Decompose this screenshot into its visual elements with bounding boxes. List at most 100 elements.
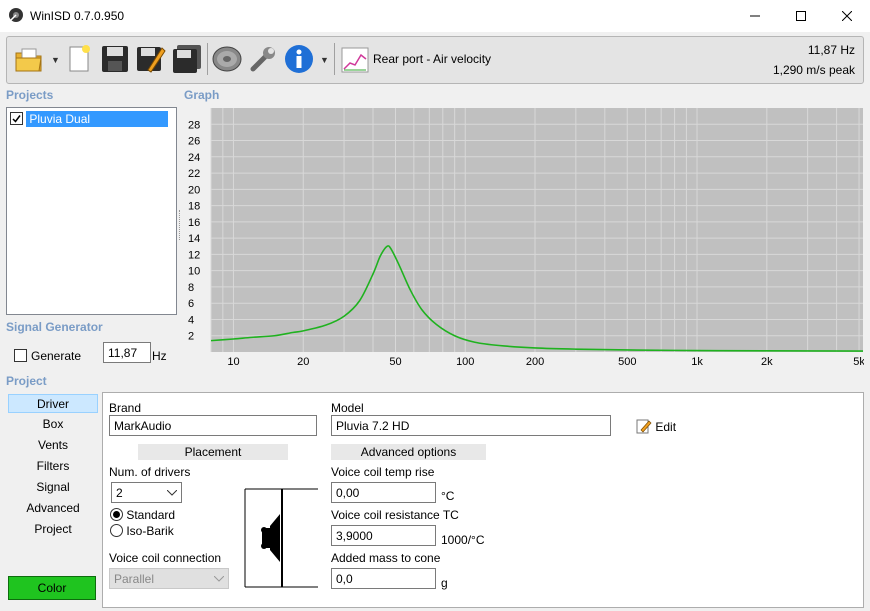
new-project-button[interactable]	[63, 42, 95, 76]
folder-icon	[15, 48, 42, 72]
graph-plot[interactable]: 24681012141618202224262810 20 50 100 200 500 1…	[184, 107, 864, 369]
minimize-icon	[750, 15, 760, 17]
x-tick-label: 100	[456, 356, 474, 368]
graph-label: Graph	[184, 88, 220, 102]
radio-indicator	[110, 508, 123, 521]
standard-radio[interactable]: Standard	[110, 508, 175, 522]
tools-button[interactable]	[247, 42, 279, 76]
list-item[interactable]: Pluvia Dual	[10, 111, 174, 127]
x-tick-label: 10	[227, 356, 239, 368]
y-tick-label: 20	[188, 184, 200, 196]
y-tick-label: 10	[188, 266, 200, 278]
save-as-button[interactable]	[135, 42, 167, 76]
added-mass-label: Added mass to cone	[331, 551, 441, 565]
y-tick-label: 4	[188, 314, 194, 326]
x-tick-label: 2k	[761, 356, 773, 368]
title-bar: WinISD 0.7.0.950	[0, 0, 870, 32]
model-input[interactable]: Pluvia 7.2 HD	[331, 415, 611, 436]
toolbar-separator	[207, 43, 208, 75]
toolbar-separator	[334, 43, 335, 75]
info-dropdown-arrow[interactable]: ▼	[320, 55, 329, 65]
maximize-button[interactable]	[778, 0, 824, 32]
project-label: Project	[6, 374, 47, 388]
y-tick-label: 22	[188, 168, 200, 180]
speaker-driver-icon	[212, 46, 242, 72]
app-logo-icon	[9, 8, 23, 22]
toolbar: ▼ ▼ Rear port - Air velocity 11,87 Hz 1,…	[6, 36, 864, 84]
info-button[interactable]	[283, 42, 315, 76]
y-tick-label: 18	[188, 201, 200, 213]
edit-driver-button[interactable]: Edit	[636, 418, 676, 436]
minimize-button[interactable]	[732, 0, 778, 32]
vc-temp-label: Voice coil temp rise	[331, 465, 435, 479]
num-drivers-value: 2	[116, 486, 123, 500]
generate-checkbox[interactable]	[14, 349, 27, 362]
save-all-button[interactable]	[171, 42, 203, 76]
tab-filters[interactable]: Filters	[8, 457, 98, 476]
num-drivers-select[interactable]: 2	[111, 482, 182, 503]
x-tick-label: 500	[618, 356, 636, 368]
vc-resistance-label: Voice coil resistance TC	[331, 508, 459, 522]
brand-input[interactable]: MarkAudio	[109, 415, 317, 436]
color-button[interactable]: Color	[8, 576, 96, 600]
y-tick-label: 16	[188, 217, 200, 229]
save-disk-icon	[102, 46, 128, 72]
y-tick-label: 2	[188, 331, 194, 343]
open-dropdown-arrow[interactable]: ▼	[51, 55, 60, 65]
save-button[interactable]	[99, 42, 131, 76]
open-project-button[interactable]	[13, 42, 45, 76]
y-tick-label: 24	[188, 152, 200, 164]
close-button[interactable]	[824, 0, 870, 32]
y-tick-label: 8	[188, 282, 194, 294]
graph-chart-icon	[341, 47, 369, 73]
advanced-options-header: Advanced options	[331, 444, 486, 460]
added-mass-input[interactable]: 0,0	[331, 568, 436, 589]
isobarik-radio[interactable]: Iso-Barik	[110, 524, 174, 538]
signal-frequency-input[interactable]: 11,87	[103, 342, 151, 363]
vc-temp-input[interactable]: 0,00	[331, 482, 436, 503]
splitter-handle[interactable]	[179, 210, 182, 240]
x-tick-label: 50	[389, 356, 401, 368]
project-visible-checkbox[interactable]	[10, 112, 23, 125]
placement-header: Placement	[138, 444, 288, 460]
frequency-readout: 11,87 Hz	[807, 43, 855, 57]
vc-connection-value: Parallel	[114, 572, 155, 586]
standard-label: Standard	[126, 508, 176, 522]
added-mass-unit: g	[441, 576, 448, 590]
project-name: Pluvia Dual	[26, 111, 169, 127]
tab-advanced[interactable]: Advanced	[8, 499, 98, 518]
tab-signal[interactable]: Signal	[8, 478, 98, 497]
radio-indicator	[110, 524, 123, 537]
tab-vents[interactable]: Vents	[8, 436, 98, 455]
graph-selector[interactable]: Rear port - Air velocity	[341, 47, 511, 73]
info-icon	[285, 45, 313, 73]
vc-temp-unit: °C	[441, 489, 455, 503]
chevron-down-icon	[167, 490, 177, 496]
y-tick-label: 14	[188, 233, 200, 245]
new-document-icon	[69, 45, 90, 72]
save-edit-icon	[137, 47, 166, 73]
save-all-icon	[173, 45, 201, 73]
x-tick-label: 20	[297, 356, 309, 368]
driver-editor-button[interactable]	[211, 42, 243, 76]
tab-project[interactable]: Project	[8, 520, 98, 539]
projects-list[interactable]: Pluvia Dual	[6, 107, 177, 315]
close-icon	[842, 11, 852, 21]
y-tick-label: 6	[188, 298, 194, 310]
maximize-icon	[796, 11, 806, 21]
model-label: Model	[331, 401, 364, 415]
tab-driver[interactable]: Driver	[8, 394, 98, 413]
wrench-icon	[250, 47, 275, 72]
vc-resistance-unit: 1000/°C	[441, 533, 485, 547]
projects-label: Projects	[6, 88, 54, 102]
y-tick-label: 26	[188, 136, 200, 148]
vc-connection-select[interactable]: Parallel	[109, 568, 229, 589]
edit-pencil-icon	[636, 419, 652, 434]
y-tick-label: 12	[188, 249, 200, 261]
driver-placement-diagram	[244, 488, 318, 588]
signal-frequency-unit: Hz	[152, 349, 167, 363]
tab-box[interactable]: Box	[8, 415, 98, 434]
vc-resistance-input[interactable]: 3,9000	[331, 525, 436, 546]
generate-label: Generate	[31, 349, 82, 363]
signal-generator-label: Signal Generator	[6, 320, 103, 334]
